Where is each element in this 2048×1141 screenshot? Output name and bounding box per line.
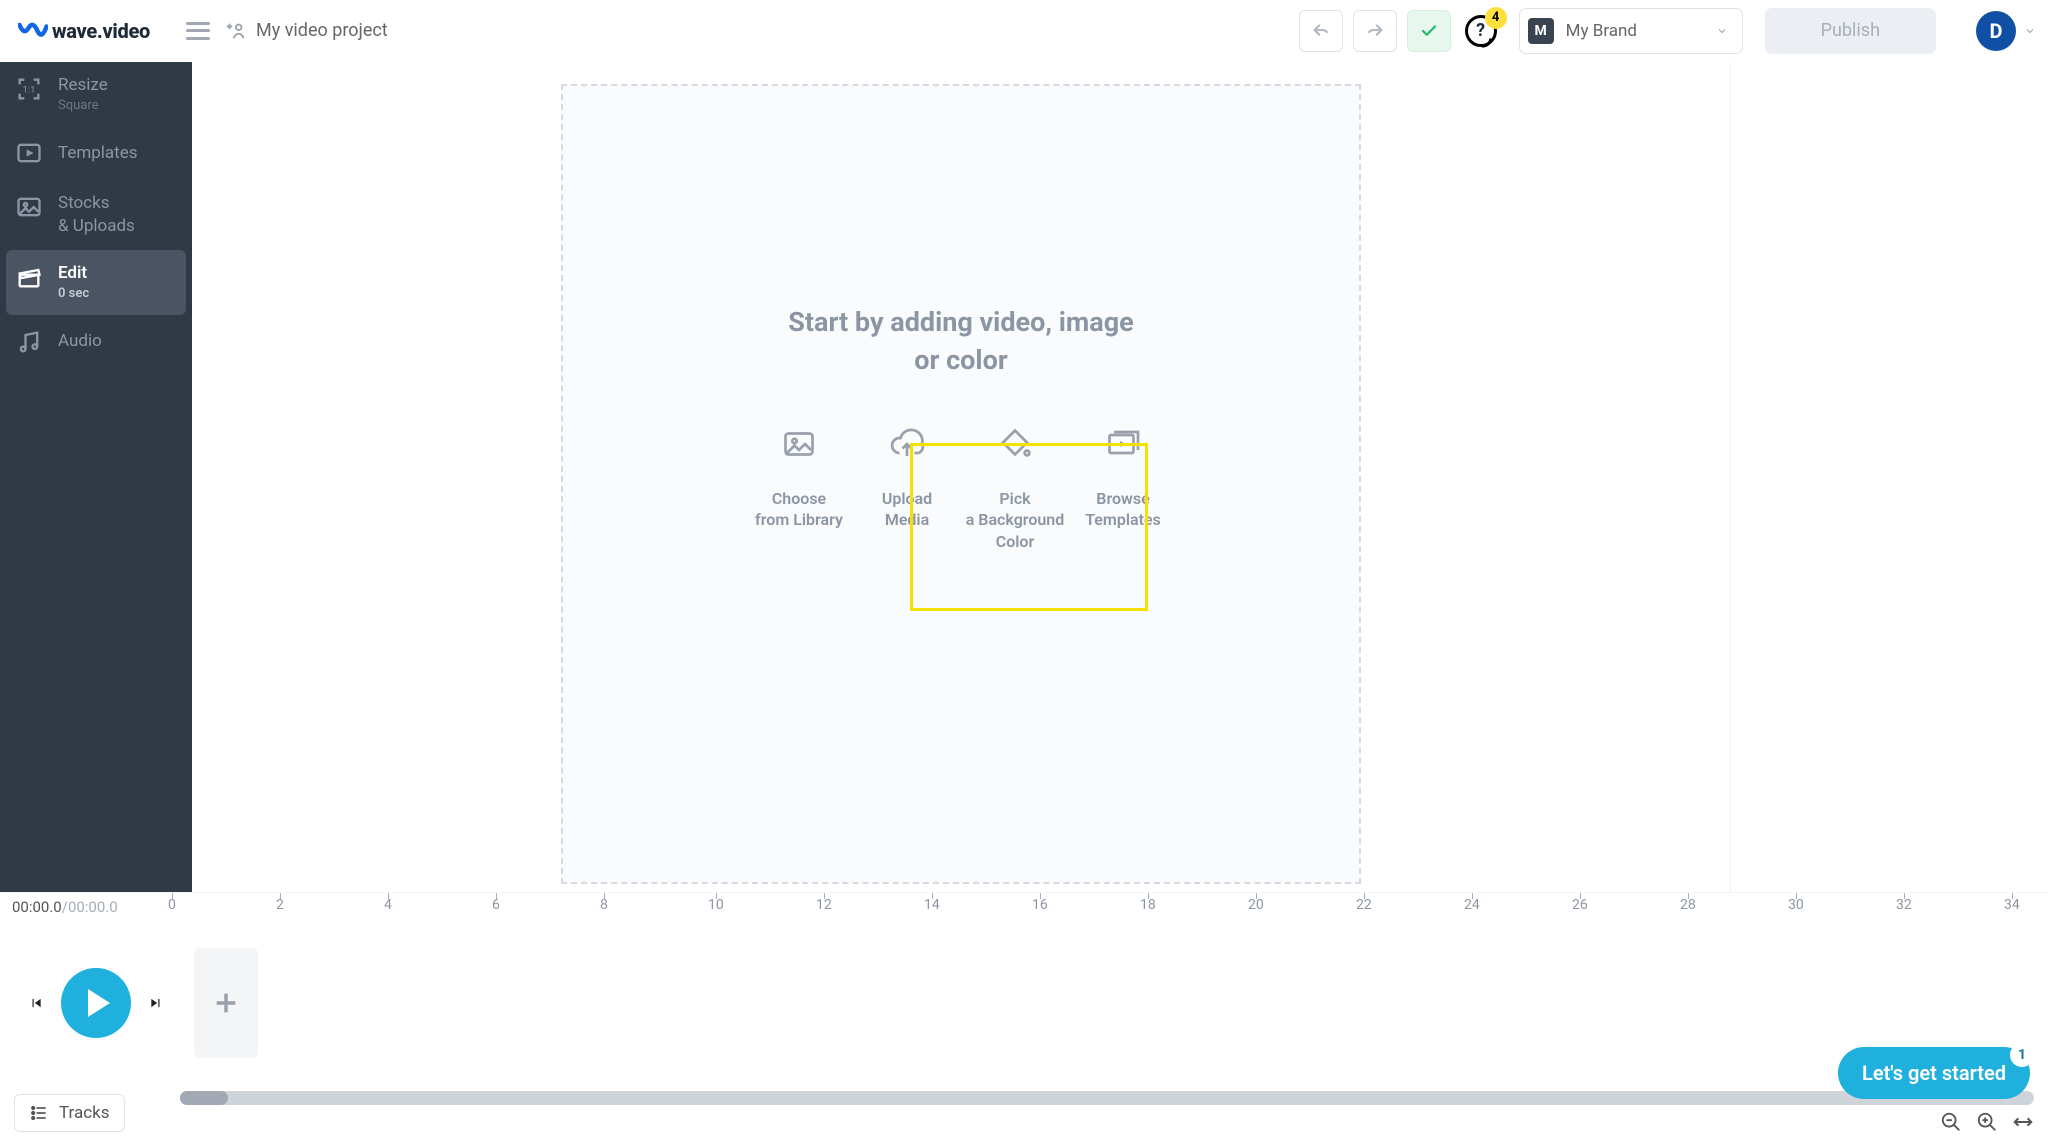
ruler-tick: 18 [1140, 897, 1156, 913]
saved-indicator [1407, 10, 1451, 52]
sidebar-item-edit[interactable]: Edit 0 sec [6, 250, 186, 314]
ruler-tick: 26 [1572, 897, 1588, 913]
opt-line: Choose [772, 488, 826, 510]
right-panel [1730, 62, 2048, 892]
ruler-tick: 32 [1896, 897, 1912, 913]
brand-label: My Brand [1566, 21, 1716, 41]
ruler-tick: 22 [1356, 897, 1372, 913]
timeline: 00:00.0/00:00.0 024681012141618202224262… [0, 892, 2048, 1141]
undo-button[interactable] [1299, 10, 1343, 52]
ruler-tick: 34 [2004, 897, 2020, 913]
templates-icon [14, 138, 44, 168]
zoom-in-button[interactable] [1976, 1111, 1998, 1133]
main-area: 1:1 Resize Square Templates Stocks & Upl… [0, 62, 2048, 892]
sidebar-label: Audio [58, 330, 102, 353]
heading-line: Start by adding video, image [788, 306, 1133, 338]
sidebar-item-stocks[interactable]: Stocks & Uploads [0, 180, 192, 250]
ruler-tick: 4 [384, 897, 392, 913]
scrollbar-thumb[interactable] [180, 1091, 228, 1105]
brand-selector[interactable]: M My Brand [1519, 8, 1743, 54]
fit-width-button[interactable] [2012, 1111, 2034, 1133]
avatar-chevron-down-icon[interactable] [2024, 25, 2036, 37]
ruler-tick: 8 [600, 897, 608, 913]
sidebar-sublabel: Square [58, 97, 108, 115]
ruler-tick: 30 [1788, 897, 1804, 913]
top-bar: wave.video My video project ? 4 M My Bra… [0, 0, 2048, 62]
project-title[interactable]: My video project [256, 20, 388, 41]
chevron-down-icon [1716, 25, 1728, 37]
ruler-tick: 0 [168, 897, 176, 913]
skip-forward-icon[interactable] [149, 996, 163, 1010]
get-started-widget[interactable]: Let's get started 1 [1838, 1047, 2030, 1099]
ruler-tick: 6 [492, 897, 500, 913]
heading-line: or color [914, 344, 1007, 376]
publish-label: Publish [1821, 20, 1880, 41]
sidebar-item-templates[interactable]: Templates [0, 126, 192, 180]
get-started-label: Let's get started [1862, 1061, 2006, 1085]
ruler-tick: 10 [708, 897, 724, 913]
clapperboard-icon [14, 262, 44, 292]
plus-icon [212, 989, 240, 1017]
canvas-heading: Start by adding video, image or color [788, 304, 1133, 380]
add-clip-button[interactable] [194, 948, 258, 1058]
ruler[interactable]: 00:00.0/00:00.0 024681012141618202224262… [0, 892, 2048, 920]
left-sidebar: 1:1 Resize Square Templates Stocks & Upl… [0, 62, 192, 892]
opt-line: from Library [755, 509, 843, 531]
tracks-icon [29, 1103, 49, 1123]
canvas-area: Start by adding video, image or color Ch… [192, 62, 1730, 892]
tutorial-highlight [910, 443, 1148, 611]
transport-controls [0, 968, 192, 1038]
help-badge: 4 [1485, 7, 1507, 29]
skip-back-icon[interactable] [29, 996, 43, 1010]
publish-button[interactable]: Publish [1765, 8, 1936, 54]
ruler-tick: 24 [1464, 897, 1480, 913]
get-started-badge: 1 [2010, 1043, 2034, 1067]
resize-icon: 1:1 [14, 74, 44, 104]
sidebar-item-audio[interactable]: Audio [0, 315, 192, 369]
ruler-tick: 12 [816, 897, 832, 913]
play-button[interactable] [61, 968, 131, 1038]
option-choose-library[interactable]: Choose from Library [745, 422, 853, 553]
timeline-footer: Tracks [0, 1085, 2048, 1141]
image-icon [14, 192, 44, 222]
avatar-initial: D [1990, 19, 2003, 43]
add-collaborator-icon[interactable] [224, 20, 246, 42]
timecode: 00:00.0/00:00.0 [12, 898, 118, 916]
ruler-tick: 16 [1032, 897, 1048, 913]
brand-chip: M [1528, 18, 1554, 44]
ruler-tick: 14 [924, 897, 940, 913]
time-current: 00:00.0 [12, 898, 62, 916]
tracks-button[interactable]: Tracks [14, 1094, 125, 1132]
sidebar-label: Templates [58, 142, 138, 165]
zoom-controls [1940, 1111, 2034, 1133]
track-row [0, 920, 2048, 1085]
play-icon [88, 989, 110, 1017]
tracks-label: Tracks [59, 1103, 110, 1123]
ruler-ticks: 0246810121416182022242628303234 [168, 893, 2048, 920]
redo-button[interactable] [1353, 10, 1397, 52]
ruler-tick: 20 [1248, 897, 1264, 913]
ruler-tick: 2 [276, 897, 284, 913]
sidebar-sublabel: 0 sec [58, 285, 89, 303]
menu-icon[interactable] [186, 22, 210, 40]
avatar[interactable]: D [1976, 11, 2016, 51]
sidebar-item-resize[interactable]: 1:1 Resize Square [0, 62, 192, 126]
image-icon [781, 422, 817, 466]
timeline-scrollbar[interactable] [180, 1091, 2034, 1105]
time-total: /00:00.0 [62, 898, 118, 916]
sidebar-label: Stocks & Uploads [58, 192, 135, 238]
sidebar-label: Resize [58, 74, 108, 97]
ruler-tick: 28 [1680, 897, 1696, 913]
svg-text:1:1: 1:1 [23, 85, 36, 96]
music-icon [14, 327, 44, 357]
logo-mark-icon [18, 20, 48, 42]
help-button[interactable]: ? 4 [1465, 15, 1497, 47]
zoom-out-button[interactable] [1940, 1111, 1962, 1133]
sidebar-label: Edit [58, 262, 89, 285]
logo-text: wave.video [52, 19, 150, 43]
